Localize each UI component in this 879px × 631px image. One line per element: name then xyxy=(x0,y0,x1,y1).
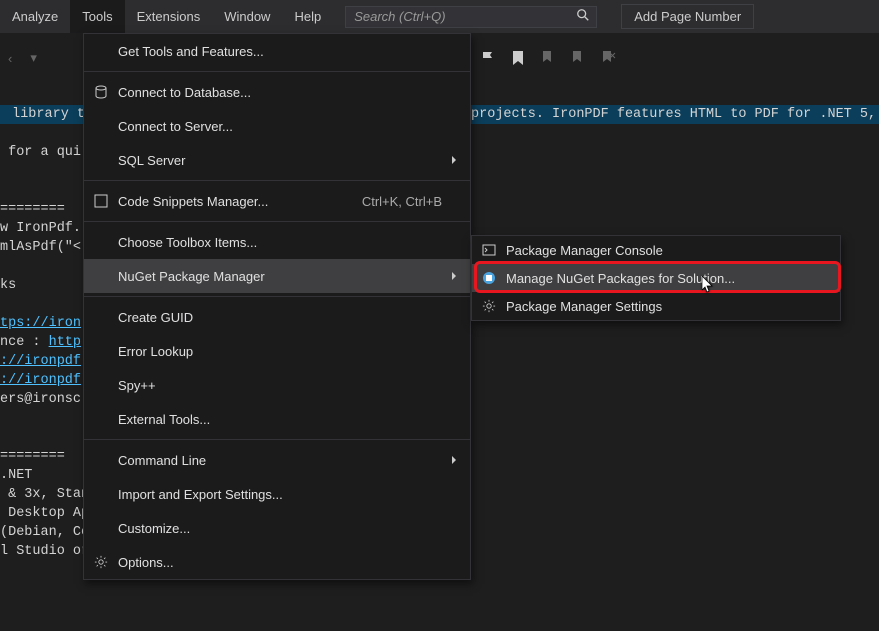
menu-code-snippets[interactable]: Code Snippets Manager...Ctrl+K, Ctrl+B xyxy=(84,184,470,218)
link-4[interactable]: ://ironpdf xyxy=(0,373,81,388)
menu-import-export[interactable]: Import and Export Settings... xyxy=(84,477,470,511)
next-bookmark-icon xyxy=(570,50,586,66)
menu-nuget[interactable]: NuGet Package Manager xyxy=(84,259,470,293)
menu-help[interactable]: Help xyxy=(282,0,333,33)
menu-window[interactable]: Window xyxy=(212,0,282,33)
menu-create-guid[interactable]: Create GUID xyxy=(84,300,470,334)
menu-connect-server[interactable]: Connect to Server... xyxy=(84,109,470,143)
menu-analyze[interactable]: Analyze xyxy=(0,0,70,33)
search-placeholder: Search (Ctrl+Q) xyxy=(354,9,445,24)
submenu-settings[interactable]: Package Manager Settings xyxy=(472,292,840,320)
menu-error-lookup[interactable]: Error Lookup xyxy=(84,334,470,368)
package-icon xyxy=(472,271,506,285)
menu-get-tools[interactable]: Get Tools and Features... xyxy=(84,34,470,68)
menu-customize[interactable]: Customize... xyxy=(84,511,470,545)
link-2[interactable]: http xyxy=(49,335,81,350)
menu-bar: Analyze Tools Extensions Window Help Sea… xyxy=(0,0,879,33)
console-icon xyxy=(472,243,506,257)
add-page-number-button[interactable]: Add Page Number xyxy=(621,4,754,29)
snippet-icon xyxy=(84,194,118,208)
search-icon xyxy=(576,8,590,25)
nuget-submenu: Package Manager Console Manage NuGet Pac… xyxy=(471,235,841,321)
menu-toolbox-items[interactable]: Choose Toolbox Items... xyxy=(84,225,470,259)
menu-extensions[interactable]: Extensions xyxy=(125,0,213,33)
bookmark-icon xyxy=(510,50,526,66)
menu-tools[interactable]: Tools xyxy=(70,0,124,33)
mouse-cursor xyxy=(702,276,714,294)
link-3[interactable]: ://ironpdf xyxy=(0,354,81,369)
tools-dropdown: Get Tools and Features... Connect to Dat… xyxy=(83,33,471,580)
menu-command-line[interactable]: Command Line xyxy=(84,443,470,477)
menu-spy[interactable]: Spy++ xyxy=(84,368,470,402)
flag-icon xyxy=(480,50,496,66)
submenu-console[interactable]: Package Manager Console xyxy=(472,236,840,264)
gear-icon xyxy=(472,299,506,313)
menu-options[interactable]: Options... xyxy=(84,545,470,579)
submenu-manage[interactable]: Manage NuGet Packages for Solution... xyxy=(472,264,840,292)
clear-bookmark-icon xyxy=(600,50,616,66)
menu-external-tools[interactable]: External Tools... xyxy=(84,402,470,436)
menu-connect-db[interactable]: Connect to Database... xyxy=(84,75,470,109)
database-icon xyxy=(84,85,118,99)
link-1[interactable]: tps://iron xyxy=(0,316,81,331)
search-input[interactable]: Search (Ctrl+Q) xyxy=(345,6,597,28)
menu-sql-server[interactable]: SQL Server xyxy=(84,143,470,177)
prev-bookmark-icon xyxy=(540,50,556,66)
gear-icon xyxy=(84,555,118,569)
